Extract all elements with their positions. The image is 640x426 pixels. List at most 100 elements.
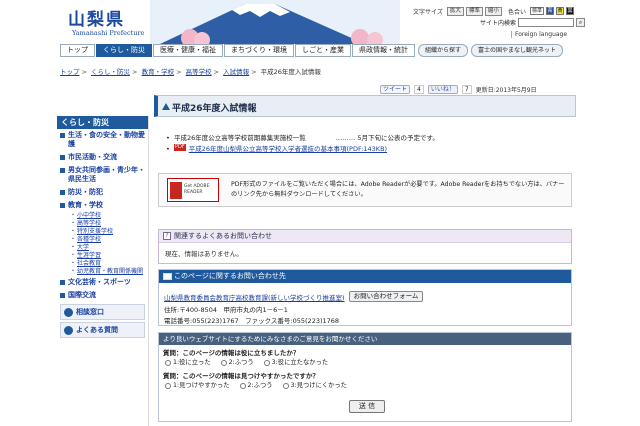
global-nav: トップ くらし・防災 医療・健康・福祉 まちづくり・環境 しごと・産業 県政情報… (60, 44, 580, 58)
survey-q1-option-1[interactable]: 1:役に立った (165, 358, 211, 368)
contact-dept-row: 山梨県教育委員会教育庁高校教育課(新しい学校づくり推進室) お問い合わせフォーム (164, 291, 424, 302)
sidebar-sub-lifelong[interactable]: 生涯学習 (57, 252, 148, 260)
nav-tourism[interactable]: 富士の国やまなし観光ネット (471, 44, 564, 57)
font-size-enlarge-button[interactable]: 拡大 (446, 6, 464, 16)
site-logo-english: Yamanashi Prefecture (72, 29, 145, 37)
radio-icon[interactable] (165, 360, 171, 366)
contact-phone: 電話番号:055(223)1767 ファックス番号:055(223)1768 (164, 317, 340, 325)
pdf-link[interactable]: 平成26年度山梨県公立高等学校入学者選抜の基本事項(PDF:143KB) (189, 144, 387, 155)
survey-options-1: 1:役に立った 2:ふつう 3:役に立たなかった (159, 358, 571, 368)
adobe-reader-banner[interactable]: Get ADOBE READER (167, 178, 219, 202)
survey-q2-option-2[interactable]: 2:ふつう (239, 381, 273, 391)
contact-title: このページに関するお問い合わせ先 (174, 272, 286, 280)
radio-icon[interactable] (282, 383, 289, 389)
related-faq-body: 現在、情報はありません。 (165, 250, 243, 258)
nav-kurashi[interactable]: くらし・防災 (96, 44, 152, 57)
sidebar-faq[interactable]: よくある質問 (60, 322, 145, 338)
sidebar-title: くらし・防災 (57, 116, 148, 129)
sidebar-item-international[interactable]: 国際交流 (57, 289, 148, 302)
faq-icon (64, 325, 73, 335)
content-list: • 平成26年度公立高等学校前期募集実施校一覧 ……… 5月下旬に公表の予定です… (166, 133, 439, 155)
survey-box: より良いウェブサイトにするためにみなさまのご意見をお聞かせください 質問：このペ… (158, 332, 572, 422)
survey-q2-option-1[interactable]: 1:見つけやすかった (165, 381, 230, 391)
social-row: ツイート 4 いいね！ 7 更新日:2013年5月9日 (380, 85, 537, 94)
sidebar-sub-early-childhood[interactable]: 幼児教育・教育関係機関 (57, 268, 148, 276)
sidebar-sub-social-ed[interactable]: 社会教育 (57, 260, 148, 268)
like-count: 7 (461, 85, 472, 94)
updated-date: 更新日:2013年5月9日 (475, 87, 537, 94)
question-icon: ? (163, 232, 171, 240)
font-size-label: 文字サイズ (413, 8, 443, 16)
survey-submit-button[interactable]: 送 信 (349, 400, 385, 413)
tweet-button[interactable]: ツイート (380, 85, 411, 94)
contact-form-button[interactable]: お問い合わせフォーム (348, 291, 424, 302)
pdf-icon: PDF (174, 144, 186, 151)
breadcrumb-current: 平成26年度入試情報 (260, 68, 321, 76)
list-item: • 平成26年度公立高等学校前期募集実施校一覧 ……… 5月下旬に公表の予定です… (166, 134, 439, 142)
sidebar-item-disaster[interactable]: 防災・防犯 (57, 186, 148, 199)
adobe-icon (170, 182, 182, 199)
radio-icon[interactable] (239, 383, 246, 389)
font-size-shrink-button[interactable]: 縮小 (484, 6, 502, 16)
faq-label: よくある質問 (76, 326, 118, 334)
sidebar-sub-highschool[interactable]: 高等学校 (57, 220, 148, 228)
related-faq-header: ? 関連するよくあるお問い合わせ (159, 230, 571, 243)
adobe-notice: Get ADOBE READER PDF形式のファイルをご覧いただく場合には、A… (158, 173, 572, 207)
sidebar: くらし・防災 生活・食の安全・動物愛護 市民活動・交流 男女共同参画・青少年・県… (57, 116, 149, 426)
sidebar-sub-special[interactable]: 特別支援学校 (57, 228, 148, 236)
sidebar-item-gender-equality[interactable]: 男女共同参画・青少年・県民生活 (57, 164, 148, 186)
color-blue-button[interactable]: 青 (546, 7, 555, 15)
sidebar-item-culture[interactable]: 文化芸術・スポーツ (57, 276, 148, 289)
adobe-notice-text: PDF形式のファイルをご覧いただく場合には、Adobe Readerが必要です。… (231, 181, 565, 198)
mount-fuji-banner (150, 0, 400, 44)
contact-box: このページに関するお問い合わせ先 山梨県教育委員会教育庁高校教育課(新しい学校づ… (158, 269, 572, 326)
breadcrumb-exam-info[interactable]: 入試情報 (223, 68, 249, 76)
radio-icon[interactable] (220, 360, 227, 366)
color-standard-button[interactable]: 標準 (530, 7, 545, 15)
survey-q1-option-3[interactable]: 3:役に立たなかった (263, 358, 328, 368)
color-controls: 色合い 標準 青 黄 黒 (508, 6, 575, 16)
breadcrumb-education[interactable]: 教育・学校 (142, 68, 175, 76)
tweet-count: 4 (414, 85, 424, 94)
nav-organization[interactable]: 組織から探す (418, 44, 469, 57)
envelope-icon (163, 273, 172, 280)
nav-medical[interactable]: 医療・健康・福祉 (153, 44, 223, 57)
consultation-icon (64, 307, 73, 317)
sidebar-sub-university[interactable]: 大学 (57, 244, 148, 252)
sidebar-consultation[interactable]: 相談窓口 (60, 304, 145, 320)
survey-question-2: 質問：このページの情報は見つけやすかったですか？ (163, 372, 319, 380)
font-size-controls: 文字サイズ 拡大 標準 縮小 (413, 6, 502, 16)
font-size-standard-button[interactable]: 標準 (465, 6, 483, 16)
nav-town[interactable]: まちづくり・環境 (224, 44, 294, 57)
contact-header: このページに関するお問い合わせ先 (159, 270, 571, 283)
contact-dept-link[interactable]: 山梨県教育委員会教育庁高校教育課(新しい学校づくり推進室) (164, 292, 345, 302)
related-faq-box: ? 関連するよくあるお問い合わせ 現在、情報はありません。 (158, 229, 572, 264)
survey-question-1: 質問：このページの情報は役に立ちましたか？ (163, 349, 300, 357)
search-icon[interactable]: ⌕ (576, 18, 586, 27)
breadcrumb-top[interactable]: トップ (60, 68, 80, 76)
breadcrumb-kurashi[interactable]: くらし・防災 (91, 68, 130, 76)
sidebar-item-education[interactable]: 教育・学校 (57, 199, 148, 212)
nav-top[interactable]: トップ (60, 44, 95, 57)
nav-work[interactable]: しごと・産業 (295, 44, 351, 57)
nav-government[interactable]: 県政情報・統計 (352, 44, 415, 57)
color-yellow-button[interactable]: 黄 (556, 7, 565, 15)
search-input[interactable] (518, 18, 575, 27)
color-label: 色合い (508, 8, 527, 16)
sidebar-item-food-safety[interactable]: 生活・食の安全・動物愛護 (57, 129, 148, 151)
breadcrumb-highschool[interactable]: 高等学校 (186, 68, 212, 76)
sidebar-sub-misc-school[interactable]: 各種学校 (57, 236, 148, 244)
like-button[interactable]: いいね！ (427, 85, 458, 94)
item-heading: 平成26年度公立高等学校前期募集実施校一覧 (174, 134, 306, 142)
color-black-button[interactable]: 黒 (566, 7, 575, 15)
item-note: ……… 5月下旬に公表の予定です。 (335, 134, 439, 142)
sidebar-item-civic[interactable]: 市民活動・交流 (57, 151, 148, 164)
survey-q1-option-2[interactable]: 2:ふつう (220, 358, 254, 368)
survey-header: より良いウェブサイトにするためにみなさまのご意見をお聞かせください (159, 333, 571, 345)
sidebar-sub-elementary[interactable]: 小中学校 (57, 212, 148, 220)
radio-icon[interactable] (165, 383, 171, 389)
radio-icon[interactable] (263, 360, 270, 366)
survey-q2-option-3[interactable]: 3:見つけにくかった (282, 381, 347, 391)
site-logo[interactable]: 山梨県 (68, 5, 125, 30)
foreign-language-link[interactable]: Foreign language (511, 31, 567, 38)
